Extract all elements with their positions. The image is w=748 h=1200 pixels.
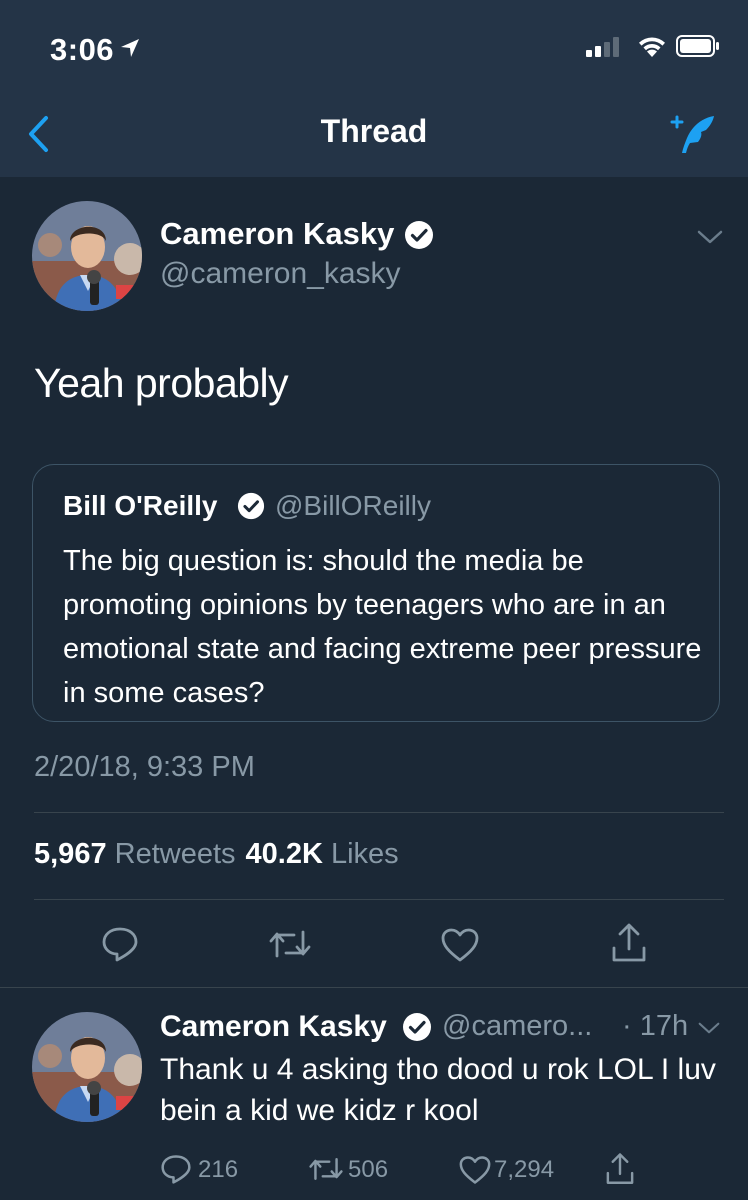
- thread-screen: 3:06 Thread Cameron Kasky @cameron_kasky…: [0, 0, 748, 1200]
- compose-feather-icon[interactable]: [668, 112, 720, 156]
- chevron-down-icon[interactable]: [697, 229, 723, 245]
- tweet-stats: 5,967 Retweets 40.2K Likes: [34, 838, 399, 871]
- likes-label: Likes: [330, 838, 399, 870]
- author-name[interactable]: Cameron Kasky: [160, 216, 394, 252]
- quoted-author-handle: @BillOReilly: [275, 490, 431, 521]
- verified-icon: [405, 221, 433, 249]
- share-icon[interactable]: [610, 922, 648, 964]
- reply-tweet-text: Thank u 4 asking tho dood u rok LOL I lu…: [160, 1053, 716, 1127]
- verified-icon: [403, 1013, 431, 1041]
- reply-icon[interactable]: [160, 1154, 192, 1184]
- reply-author-handle[interactable]: @camero...: [442, 1010, 592, 1043]
- verified-icon: [237, 492, 265, 520]
- likes-stat[interactable]: 40.2K Likes: [246, 838, 399, 870]
- avatar[interactable]: [32, 201, 142, 311]
- chevron-down-icon[interactable]: [698, 1021, 720, 1035]
- reply-icon[interactable]: [101, 926, 139, 962]
- author-handle[interactable]: @cameron_kasky: [160, 257, 401, 291]
- tweet-text: Yeah probably: [34, 360, 289, 406]
- quoted-tweet-text: The big question is: should the media be…: [63, 545, 702, 709]
- retweet-count: 506: [348, 1156, 389, 1183]
- signal-icon: [586, 37, 619, 57]
- reply-author-name[interactable]: Cameron Kasky: [160, 1010, 387, 1044]
- quoted-tweet-card[interactable]: Bill O'Reilly @BillOReilly The big quest…: [32, 464, 720, 722]
- divider: [34, 812, 724, 813]
- share-icon[interactable]: [604, 1152, 636, 1186]
- reply-time: · 17h: [622, 1010, 689, 1042]
- quoted-author-name: Bill O'Reilly: [63, 490, 218, 521]
- retweets-stat[interactable]: 5,967 Retweets: [34, 838, 236, 870]
- location-arrow-icon: [121, 39, 139, 57]
- wifi-icon: [639, 37, 665, 57]
- retweets-label: Retweets: [114, 838, 236, 870]
- top-bar: 3:06 Thread: [0, 0, 748, 177]
- retweet-icon[interactable]: [308, 1156, 344, 1182]
- nav-title: Thread: [320, 113, 428, 149]
- like-count: 7,294: [494, 1156, 555, 1183]
- like-icon[interactable]: [440, 927, 480, 963]
- divider: [0, 987, 748, 988]
- reply-count: 216: [198, 1156, 239, 1183]
- avatar[interactable]: [32, 1012, 142, 1122]
- like-icon[interactable]: [458, 1155, 492, 1185]
- status-time: 3:06: [50, 32, 115, 67]
- tweet-timestamp: 2/20/18, 9:33 PM: [34, 751, 255, 783]
- retweet-icon[interactable]: [268, 928, 312, 960]
- divider: [34, 899, 724, 900]
- battery-icon: [676, 35, 719, 57]
- likes-count: 40.2K: [245, 838, 323, 870]
- retweets-count: 5,967: [34, 838, 107, 870]
